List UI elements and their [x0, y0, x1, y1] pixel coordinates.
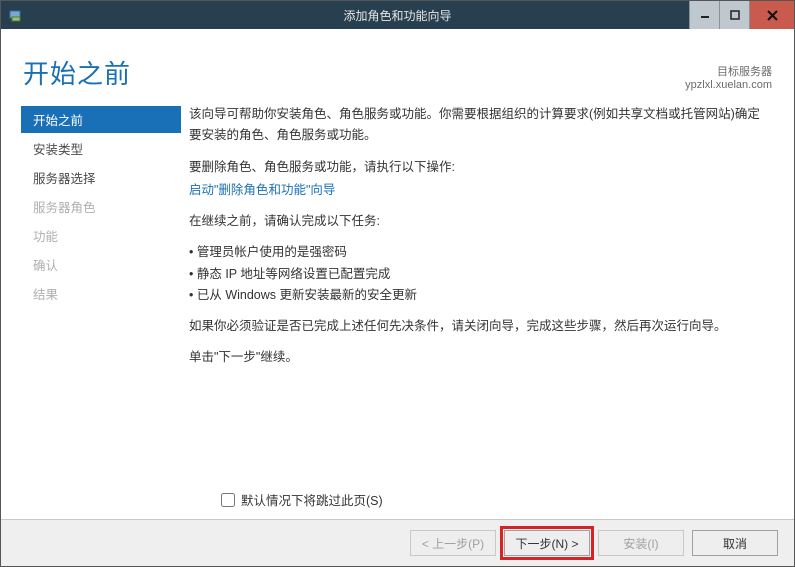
server-name: ypzlxl.xuelan.com [685, 79, 772, 91]
next-button[interactable]: 下一步(N) > [504, 530, 590, 556]
sidebar: 开始之前 安装类型 服务器选择 服务器角色 功能 确认 结果 [21, 102, 181, 484]
page-title: 开始之前 [23, 54, 131, 91]
app-icon [7, 6, 25, 24]
prereq-item: 已从 Windows 更新安装最新的安全更新 [189, 285, 766, 306]
sidebar-item-server-roles: 服务器角色 [21, 193, 181, 220]
minimize-button[interactable] [689, 1, 719, 29]
target-server-info: 目标服务器 ypzlxl.xuelan.com [685, 63, 772, 91]
cancel-button[interactable]: 取消 [692, 530, 778, 556]
maximize-button[interactable] [719, 1, 749, 29]
prereq-list: 管理员帐户使用的是强密码 静态 IP 地址等网络设置已配置完成 已从 Windo… [189, 242, 766, 306]
verify-note: 如果你必须验证是否已完成上述任何先决条件，请关闭向导，完成这些步骤，然后再次运行… [189, 316, 766, 337]
sidebar-item-confirmation: 确认 [21, 251, 181, 278]
header-row: 开始之前 目标服务器 ypzlxl.xuelan.com [1, 29, 794, 97]
main-row: 开始之前 安装类型 服务器选择 服务器角色 功能 确认 结果 该向导可帮助你安装… [1, 97, 794, 484]
wizard-window: 添加角色和功能向导 开始之前 目标服务器 ypzlxl.xuelan.com 开… [0, 0, 795, 567]
server-label: 目标服务器 [685, 63, 772, 79]
titlebar[interactable]: 添加角色和功能向导 [1, 1, 794, 29]
prereq-item: 管理员帐户使用的是强密码 [189, 242, 766, 263]
footer: < 上一步(P) 下一步(N) > 安装(I) 取消 [1, 519, 794, 566]
intro-text: 该向导可帮助你安装角色、角色服务或功能。你需要根据组织的计算要求(例如共享文档或… [189, 104, 766, 147]
sidebar-item-before-you-begin[interactable]: 开始之前 [21, 106, 181, 133]
remove-roles-link[interactable]: 启动"删除角色和功能"向导 [189, 183, 335, 197]
skip-checkbox[interactable] [221, 493, 235, 507]
previous-button: < 上一步(P) [410, 530, 496, 556]
sidebar-item-server-selection[interactable]: 服务器选择 [21, 164, 181, 191]
wizard-body: 该向导可帮助你安装角色、角色服务或功能。你需要根据组织的计算要求(例如共享文档或… [189, 102, 774, 484]
remove-prompt: 要删除角色、角色服务或功能，请执行以下操作: [189, 157, 766, 178]
content-area: 开始之前 目标服务器 ypzlxl.xuelan.com 开始之前 安装类型 服… [1, 29, 794, 566]
sidebar-item-features: 功能 [21, 222, 181, 249]
skip-label: 默认情况下将跳过此页(S) [241, 490, 383, 509]
install-button: 安装(I) [598, 530, 684, 556]
skip-row: 默认情况下将跳过此页(S) [1, 484, 794, 519]
sidebar-item-installation-type[interactable]: 安装类型 [21, 135, 181, 162]
sidebar-item-results: 结果 [21, 280, 181, 307]
close-button[interactable] [749, 1, 794, 29]
pre-check-prompt: 在继续之前，请确认完成以下任务: [189, 211, 766, 232]
window-title: 添加角色和功能向导 [343, 7, 451, 24]
prereq-item: 静态 IP 地址等网络设置已配置完成 [189, 264, 766, 285]
continue-note: 单击"下一步"继续。 [189, 347, 766, 368]
window-controls [689, 1, 794, 29]
